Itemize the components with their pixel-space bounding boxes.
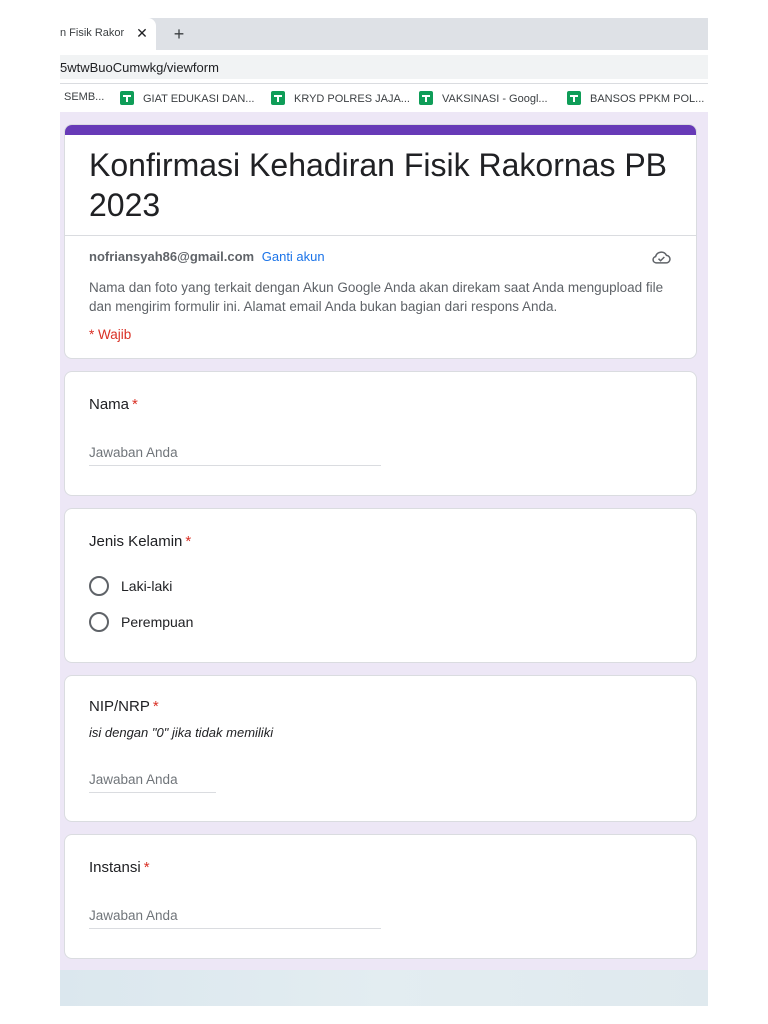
omnibox[interactable]: 5wtwBuoCumwkg/viewform bbox=[60, 55, 708, 79]
tab-title: n Fisik Rakor bbox=[60, 27, 125, 39]
question-label: Nama bbox=[89, 396, 130, 413]
nip-nrp-input[interactable] bbox=[89, 767, 216, 793]
bookmark-item[interactable]: SEMB... bbox=[64, 91, 104, 107]
cloud-offline-icon bbox=[652, 251, 671, 264]
privacy-notice: Nama dan foto yang terkait dengan Akun G… bbox=[89, 280, 664, 314]
bookmark-item[interactable]: GIAT EDUKASI DAN... bbox=[120, 91, 254, 107]
question-card-nama: Nama * bbox=[64, 371, 697, 496]
form-title: Konfirmasi Kehadiran Fisik Rakornas PB 2… bbox=[89, 147, 668, 223]
required-asterisk: * bbox=[143, 859, 150, 876]
new-tab-icon[interactable]: + bbox=[168, 23, 190, 45]
google-sheets-icon bbox=[120, 91, 134, 105]
question-title: Instansi * bbox=[89, 859, 150, 876]
form-header-card: Konfirmasi Kehadiran Fisik Rakornas PB 2… bbox=[64, 124, 697, 359]
google-sheets-icon bbox=[567, 91, 581, 105]
required-asterisk: * bbox=[185, 533, 192, 550]
question-help-text: isi dengan "0" jika tidak memiliki bbox=[89, 725, 274, 740]
bottom-band bbox=[60, 970, 708, 1006]
google-sheets-icon bbox=[419, 91, 433, 105]
question-title: NIP/NRP * bbox=[89, 698, 159, 715]
question-card-nip-nrp: NIP/NRP * isi dengan "0" jika tidak memil… bbox=[64, 675, 697, 822]
google-sheets-icon bbox=[271, 91, 285, 105]
question-title: Jenis Kelamin * bbox=[89, 533, 191, 550]
bookmark-item[interactable]: VAKSINASI - Googl... bbox=[419, 91, 548, 107]
required-note: * Wajib bbox=[89, 327, 132, 342]
account-line: nofriansyah86@gmail.com Ganti akun bbox=[89, 249, 325, 264]
radio-button[interactable] bbox=[89, 576, 109, 596]
bookmark-label: SEMB... bbox=[64, 91, 105, 103]
account-email: nofriansyah86@gmail.com bbox=[89, 249, 255, 264]
address-bar[interactable]: 5wtwBuoCumwkg/viewform bbox=[60, 50, 708, 84]
question-card-jenis-kelamin: Jenis Kelamin * Laki-laki Perempuan bbox=[64, 508, 697, 663]
question-title: Nama * bbox=[89, 396, 138, 413]
question-card-instansi: Instansi * bbox=[64, 834, 697, 959]
bookmark-label: BANSOS PPKM POL... bbox=[590, 93, 705, 105]
header-accent-bar bbox=[65, 125, 696, 135]
switch-account-link[interactable]: Ganti akun bbox=[262, 249, 325, 264]
question-label: NIP/NRP bbox=[89, 698, 150, 715]
radio-label: Laki-laki bbox=[121, 578, 173, 594]
browser-tab-active[interactable]: n Fisik Rakor ✕ bbox=[60, 18, 156, 50]
bookmark-label: VAKSINASI - Googl... bbox=[442, 93, 548, 105]
bookmarks-bar: SEMB... GIAT EDUKASI DAN... KRYD POLRES … bbox=[60, 84, 708, 112]
question-label: Jenis Kelamin bbox=[89, 533, 183, 550]
nama-input[interactable] bbox=[89, 440, 381, 466]
required-asterisk: * bbox=[152, 698, 159, 715]
url-text[interactable]: 5wtwBuoCumwkg/viewform bbox=[60, 60, 219, 75]
browser-chrome: n Fisik Rakor ✕ + 5wtwBuoCumwkg/viewform… bbox=[60, 18, 708, 112]
radio-label: Perempuan bbox=[121, 614, 194, 630]
bookmark-item[interactable]: BANSOS PPKM POL... bbox=[567, 91, 704, 107]
instansi-input[interactable] bbox=[89, 903, 381, 929]
tab-strip: n Fisik Rakor ✕ + bbox=[60, 18, 708, 50]
bookmark-label: GIAT EDUKASI DAN... bbox=[143, 93, 255, 105]
required-asterisk: * bbox=[132, 396, 138, 413]
question-label: Instansi bbox=[89, 859, 141, 876]
close-tab-icon[interactable]: ✕ bbox=[134, 24, 150, 42]
radio-button[interactable] bbox=[89, 612, 109, 632]
header-divider bbox=[65, 235, 696, 236]
bookmark-item[interactable]: KRYD POLRES JAJA... bbox=[271, 91, 410, 107]
bookmark-label: KRYD POLRES JAJA... bbox=[294, 93, 410, 105]
